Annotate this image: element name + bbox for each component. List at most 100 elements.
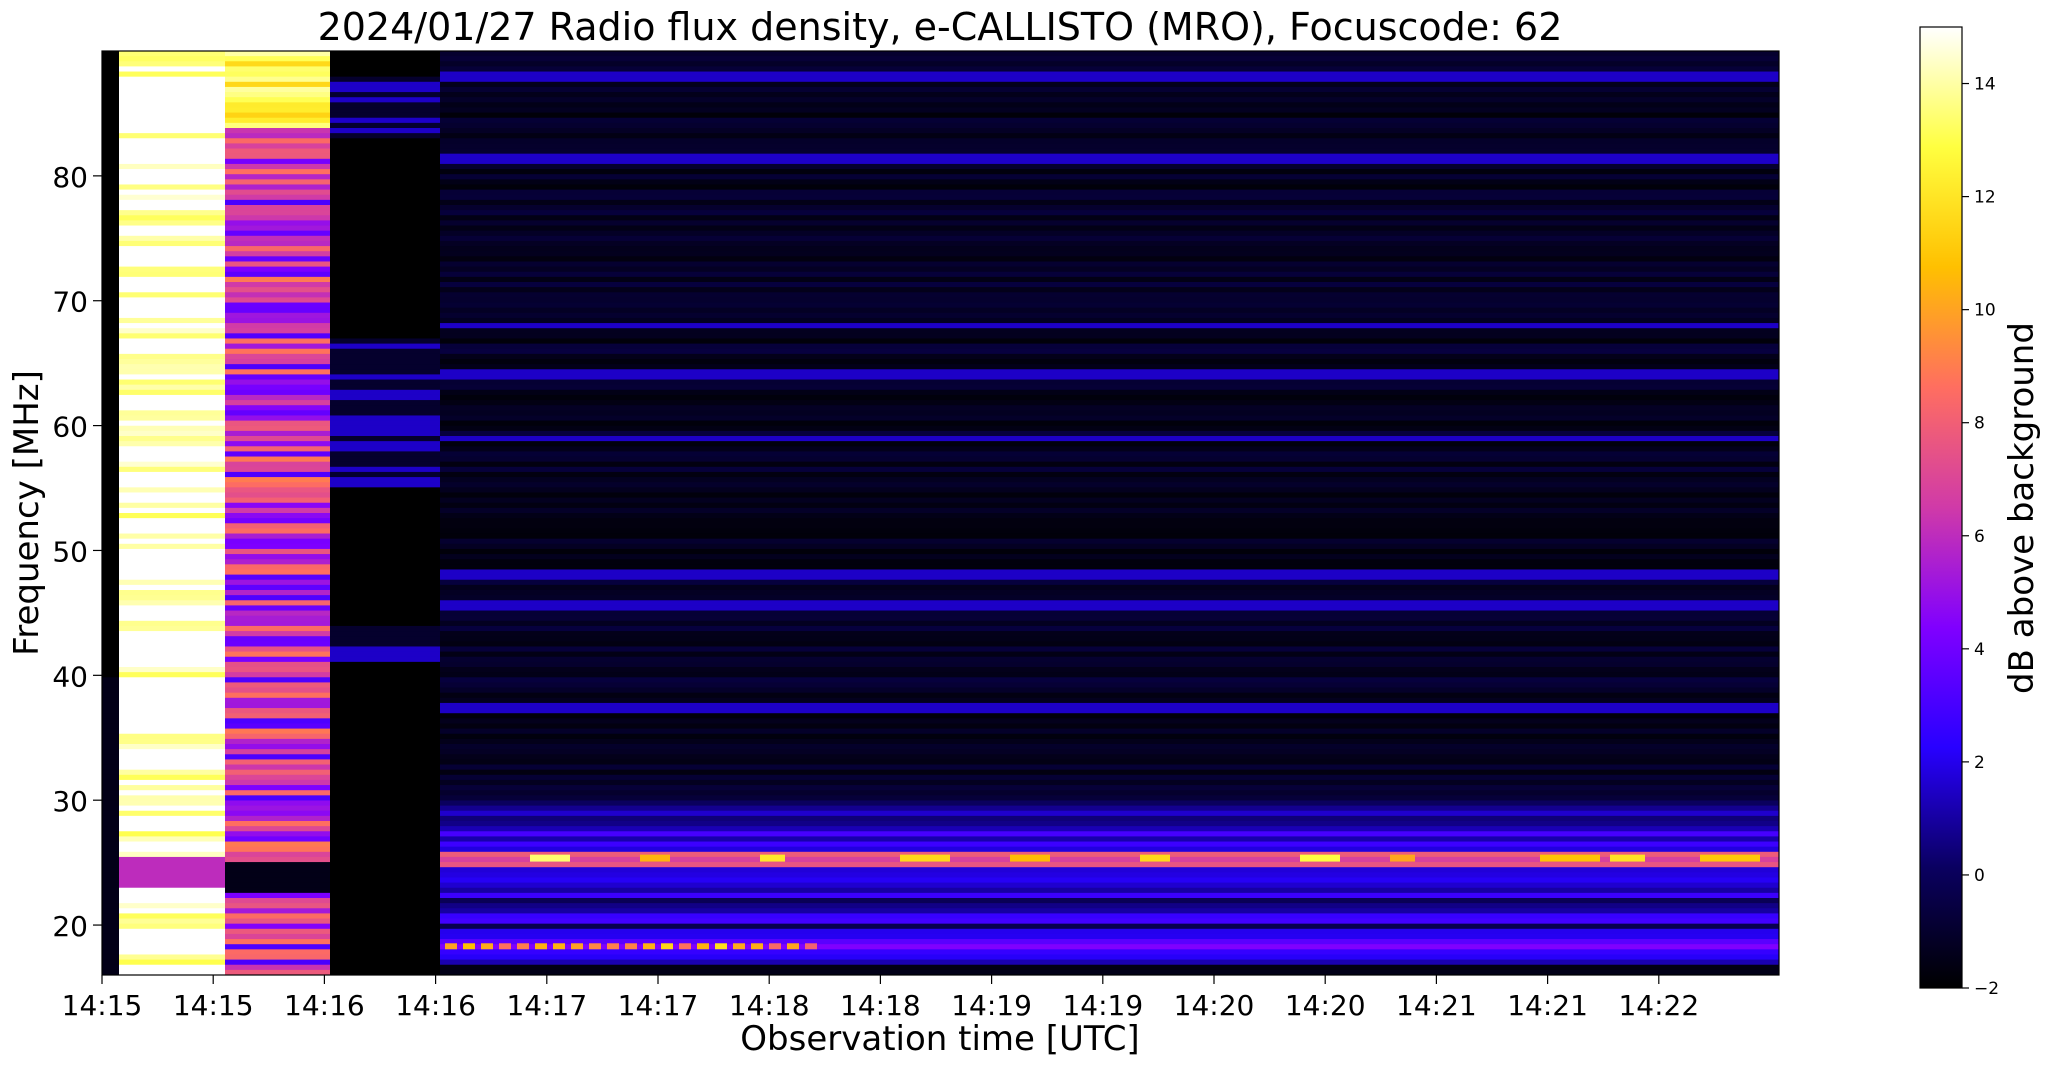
heatmap-cell: [102, 92, 119, 98]
heatmap-cell: [119, 117, 225, 124]
heatmap-cell: [330, 276, 440, 283]
heatmap-cell: [102, 420, 119, 427]
heatmap-cell: [119, 225, 225, 232]
heatmap-cell: [330, 877, 440, 884]
heatmap-cell: [119, 364, 225, 370]
heatmap-cell: [330, 456, 440, 463]
heatmap-cell: [330, 964, 440, 971]
heatmap-cell: [330, 251, 440, 257]
heatmap-cell: [102, 744, 119, 750]
heatmap-cell: [102, 302, 119, 309]
heatmap-cell: [119, 928, 225, 935]
heatmap-cell: [440, 369, 1779, 375]
heatmap-cell: [440, 800, 1779, 807]
heatmap-cell: [102, 66, 119, 73]
heatmap-cell: [119, 702, 225, 709]
heatmap-cell: [119, 959, 225, 966]
heatmap-cell: [119, 697, 225, 704]
heatmap-cell: [102, 379, 119, 386]
heatmap-cell: [440, 210, 1779, 216]
heatmap-cell: [119, 312, 225, 319]
heatmap-cell: [697, 943, 709, 950]
heatmap-cell: [330, 759, 440, 766]
heatmap-cell: [225, 667, 330, 673]
colorbar-ticks: −2 0 2 4 6 8 10 12 14: [1962, 75, 1999, 999]
heatmap-cell: [102, 533, 119, 540]
heatmap-cell: [102, 872, 119, 879]
heatmap-cell: [102, 199, 119, 206]
heatmap-cell: [225, 410, 330, 417]
heatmap-cell: [119, 723, 225, 730]
heatmap-cell: [119, 908, 225, 914]
heatmap-cell: [119, 548, 225, 555]
heatmap-cell: [330, 51, 440, 57]
heatmap-cell: [119, 759, 225, 766]
heatmap-cell: [330, 615, 440, 622]
heatmap-cell: [119, 764, 225, 771]
heatmap-cell: [225, 210, 330, 216]
heatmap-cell: [119, 882, 225, 889]
colorbar-gradient: [1919, 26, 1963, 989]
heatmap-cell: [225, 138, 330, 144]
colorbar-tick-label: −2: [1974, 979, 1999, 999]
x-tick-label: 14:18: [840, 989, 921, 1022]
heatmap-cell: [440, 163, 1779, 170]
heatmap-cell: [440, 656, 1779, 663]
heatmap-cell: [225, 205, 330, 211]
heatmap-cell: [225, 502, 330, 509]
heatmap-cell: [225, 194, 330, 201]
heatmap-cell: [330, 220, 440, 227]
heatmap-cell: [330, 240, 440, 247]
heatmap-cell: [119, 805, 225, 812]
heatmap-cell: [440, 492, 1779, 499]
heatmap-cell: [330, 194, 440, 201]
heatmap-cell: [102, 749, 119, 755]
heatmap-cell: [330, 656, 440, 663]
heatmap-cell: [102, 672, 119, 678]
heatmap-cell: [440, 887, 1779, 894]
heatmap-cell: [440, 744, 1779, 750]
heatmap-cell: [225, 564, 330, 571]
heatmap-cell: [102, 636, 119, 642]
heatmap-cell: [787, 943, 799, 950]
heatmap-cell: [119, 600, 225, 606]
heatmap-cell: [440, 949, 1779, 956]
heatmap-cell: [119, 471, 225, 478]
x-axis-label: Observation time [UTC]: [740, 1019, 1139, 1059]
heatmap-cell: [440, 246, 1779, 252]
heatmap-cell: [102, 667, 119, 673]
heatmap-cell: [225, 867, 330, 873]
heatmap-cell: [440, 466, 1779, 473]
heatmap-cell: [102, 620, 119, 627]
heatmap-cell: [102, 713, 119, 719]
heatmap-cell: [330, 148, 440, 155]
heatmap-cell: [440, 225, 1779, 232]
heatmap-cell: [119, 379, 225, 386]
heatmap-cell: [102, 107, 119, 114]
heatmap-cell: [102, 718, 119, 725]
heatmap-cell: [119, 718, 225, 725]
heatmap-cell: [119, 779, 225, 786]
heatmap-cell: [119, 199, 225, 206]
heatmap-cell: [119, 574, 225, 581]
heatmap-cell: [330, 102, 440, 109]
heatmap-cell: [119, 446, 225, 452]
heatmap-cell: [440, 394, 1779, 401]
heatmap-cell: [440, 631, 1779, 637]
heatmap-cell: [440, 446, 1779, 452]
heatmap-cell: [225, 769, 330, 776]
heatmap-cell: [330, 528, 440, 535]
heatmap-cell: [102, 456, 119, 463]
heatmap-cell: [440, 261, 1779, 268]
heatmap-cell: [119, 261, 225, 268]
heatmap-cell: [225, 908, 330, 914]
heatmap-cell: [119, 728, 225, 735]
heatmap-cell: [119, 774, 225, 781]
heatmap-cell: [225, 800, 330, 807]
heatmap-cell: [225, 898, 330, 904]
heatmap-cell: [225, 348, 330, 355]
heatmap-cell: [330, 862, 440, 868]
heatmap-cell: [102, 374, 119, 381]
heatmap-cell: [119, 785, 225, 791]
heatmap-cell: [102, 928, 119, 935]
